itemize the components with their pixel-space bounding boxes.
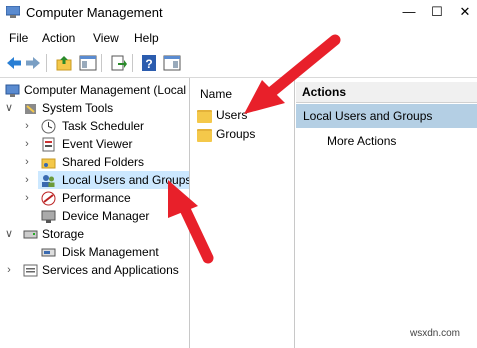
watermark: wsxdn.com (410, 328, 461, 339)
red-arrow-icon (168, 180, 214, 264)
annotation-arrows (168, 34, 341, 264)
red-arrow-icon (244, 34, 341, 114)
